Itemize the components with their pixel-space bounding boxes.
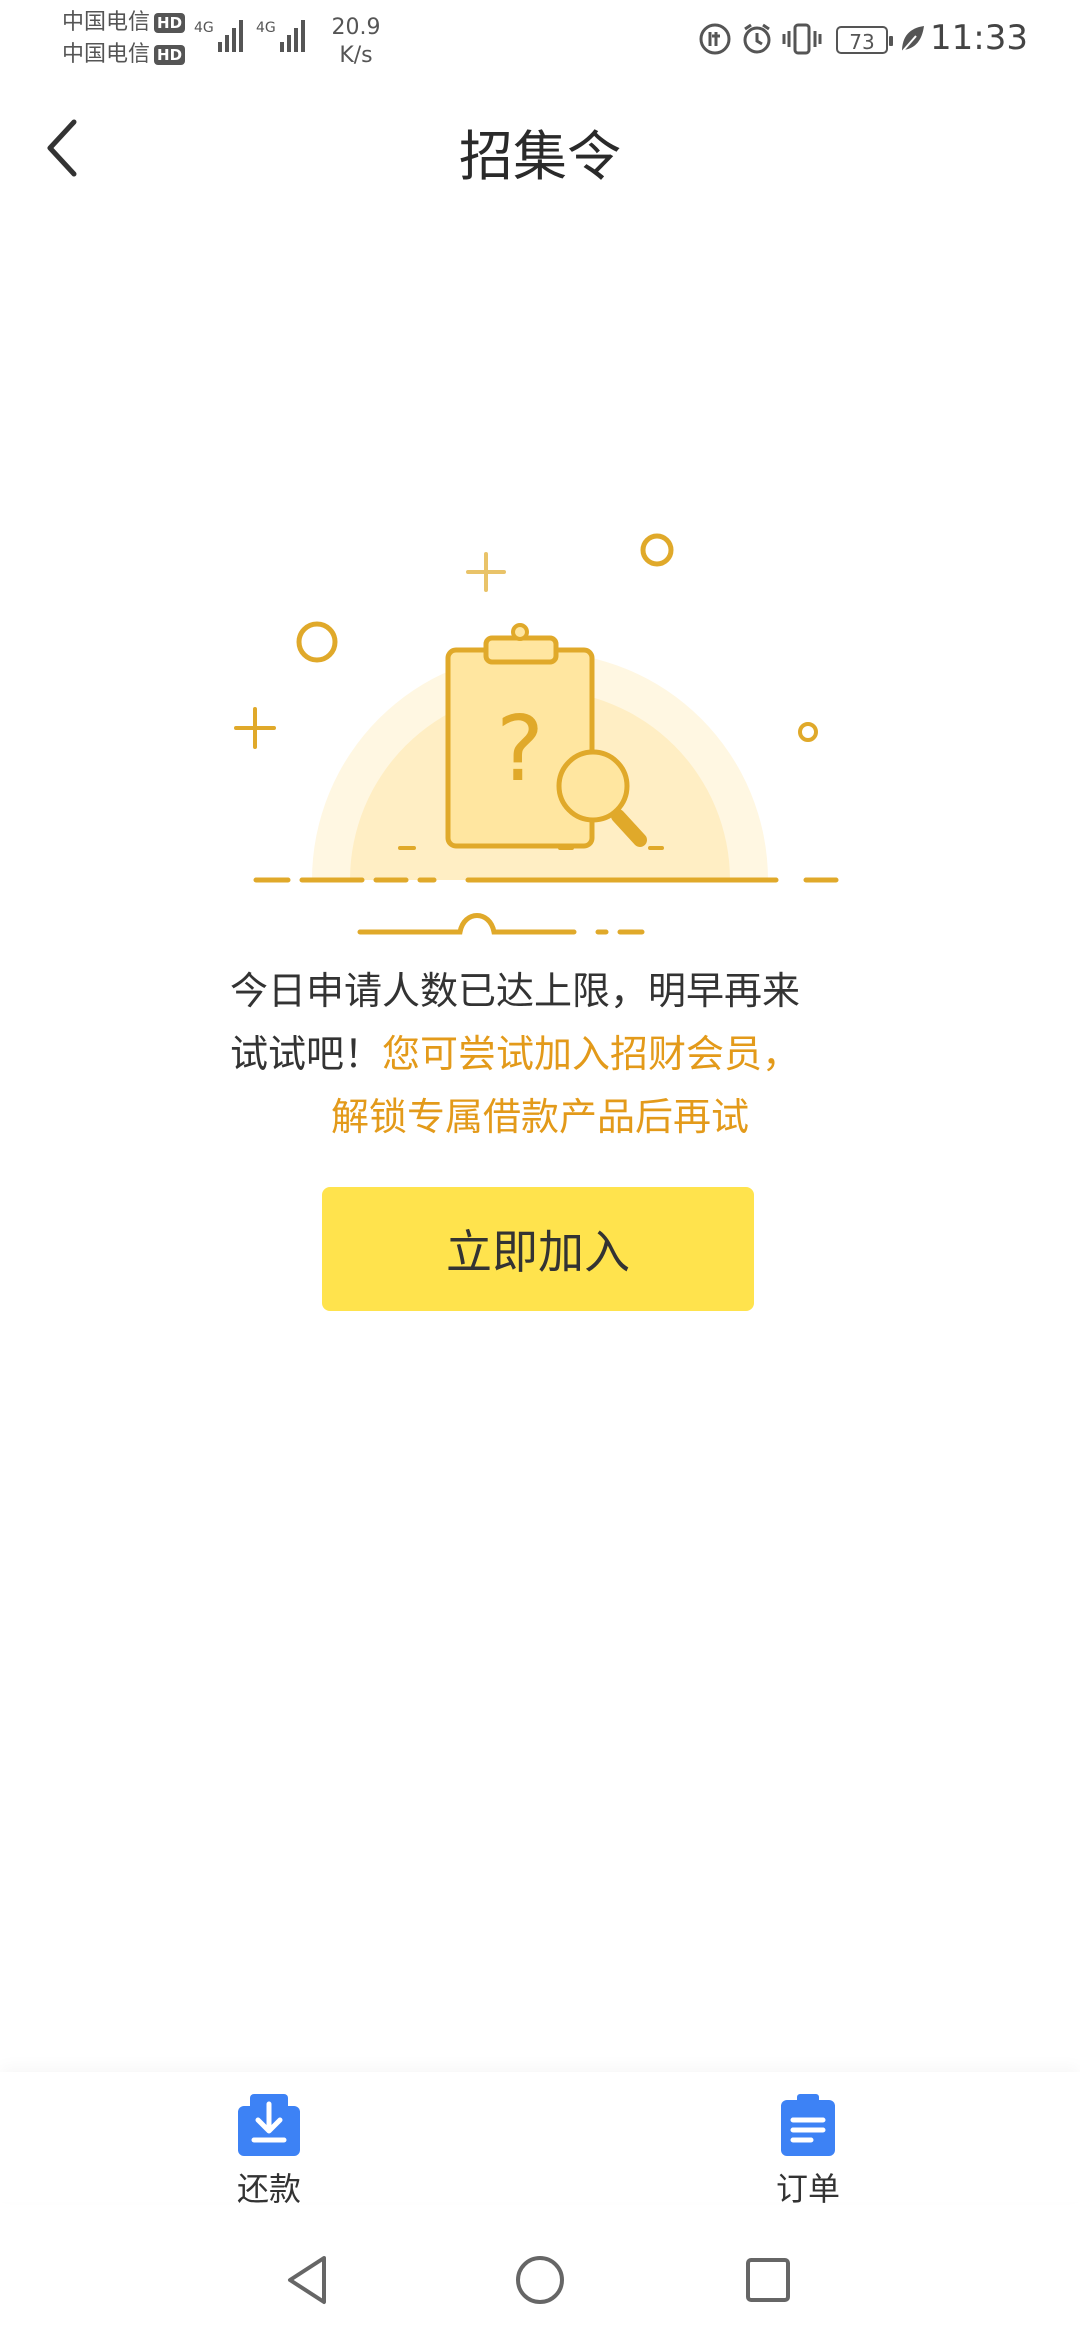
nav-item-orders[interactable]: 订单 (738, 2094, 878, 2210)
data-saver-icon (699, 23, 731, 55)
circle-home-icon (516, 2256, 564, 2304)
carrier-2-name: 中国电信 (62, 42, 151, 67)
leaf-eco-icon (901, 26, 924, 53)
system-home-button[interactable] (510, 2250, 570, 2310)
system-back-button[interactable] (278, 2250, 338, 2310)
hd-badge-2: HD (154, 45, 186, 65)
clipboard-list-icon (781, 2094, 835, 2156)
empty-state-illustration: ? (234, 533, 839, 935)
system-navigation-bar (0, 2230, 1080, 2340)
vibrate-icon (782, 23, 822, 55)
network-type-1: 4G (194, 20, 214, 36)
join-now-button[interactable]: 立即加入 (322, 1187, 754, 1311)
page-title: 招集令 (459, 125, 621, 188)
triangle-back-icon (288, 2256, 326, 2304)
signal-strength-2-icon (280, 18, 305, 52)
alarm-icon (743, 23, 771, 54)
limit-message: 今日申请人数已达上限，明早再来 试试吧！您可尝试加入招财会员， 解锁专属借款产品… (230, 960, 850, 1149)
hd-badge-1: HD (154, 13, 186, 33)
download-repay-icon (238, 2094, 300, 2156)
carrier-1: 中国电信 HD (62, 8, 186, 38)
nav-item-repay-label: 还款 (236, 2170, 301, 2208)
battery-indicator: 73 (836, 26, 893, 54)
message-line-1: 今日申请人数已达上限，明早再来 (230, 969, 801, 1013)
network-speed-value: 20.9 (331, 15, 381, 40)
status-bar: 中国电信 HD 中国电信 HD 4G 4G 20.9 K/s 73 11:33 (0, 0, 1080, 80)
system-recents-button[interactable] (738, 2250, 798, 2310)
bottom-navigation: 还款 订单 (0, 2072, 1080, 2208)
nav-item-repay[interactable]: 还款 (199, 2094, 339, 2210)
message-line-3-highlight: 解锁专属借款产品后再试 (330, 1095, 749, 1139)
network-speed-unit: K/s (339, 43, 373, 68)
square-recents-icon (746, 2258, 790, 2302)
svg-text:?: ? (496, 697, 544, 802)
carrier-1-name: 中国电信 (62, 10, 151, 35)
signal-strength-1-icon (218, 18, 243, 52)
message-line-2: 试试吧！您可尝试加入招财会员， (230, 1023, 850, 1086)
network-type-2: 4G (256, 20, 276, 36)
network-speed: 20.9 K/s (316, 14, 396, 70)
message-line-2-highlight: 您可尝试加入招财会员， (382, 1032, 801, 1076)
status-time: 11:33 (930, 18, 1028, 58)
nav-item-orders-label: 订单 (775, 2170, 840, 2208)
carrier-2: 中国电信 HD (62, 40, 186, 70)
message-line-2-plain: 试试吧！ (230, 1032, 383, 1076)
